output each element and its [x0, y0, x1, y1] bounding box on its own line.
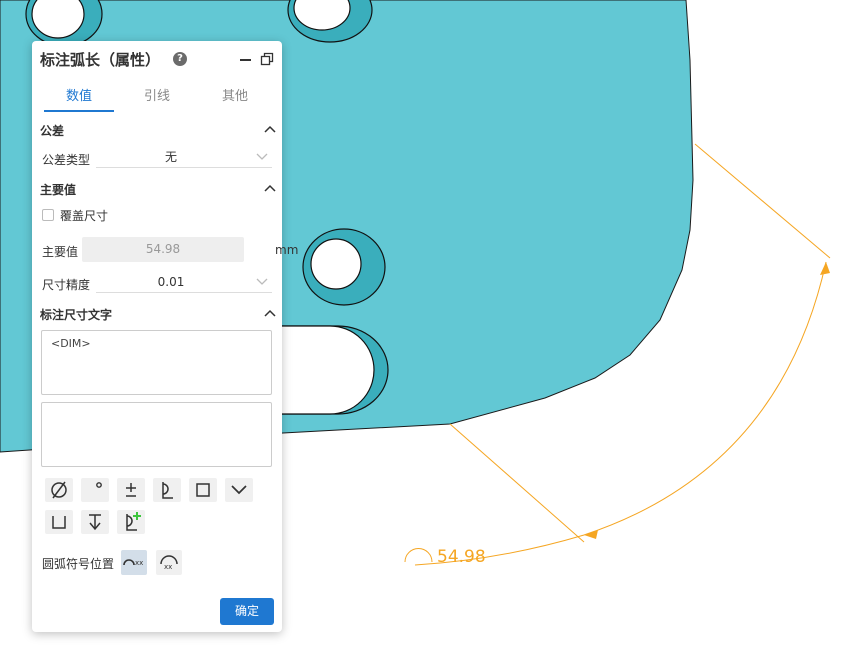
- precision-value: 0.01: [157, 275, 185, 289]
- arc-symbol-before-button[interactable]: xx: [121, 550, 147, 575]
- tab-other[interactable]: 其他: [200, 87, 270, 107]
- depth-icon: [89, 514, 101, 531]
- hole-middle[interactable]: [302, 228, 386, 306]
- chevron-down-icon: [231, 485, 247, 495]
- diameter-icon: [51, 481, 67, 499]
- arc-symbol-above-icon: xx: [160, 555, 178, 571]
- arc-symbol-position-label: 圆弧符号位置: [42, 557, 115, 571]
- collapse-dim-text-icon[interactable]: [264, 309, 276, 317]
- tab-leader[interactable]: 引线: [122, 87, 192, 107]
- collapse-main-value-icon[interactable]: [264, 184, 276, 192]
- unit-label: mm: [275, 243, 299, 257]
- tolerance-type-value: 无: [164, 150, 177, 164]
- arc-length-properties-panel: 标注弧长（属性） ? 数值 引线 其他 公差 公差类型 无 主要值 覆盖尺寸 主…: [32, 41, 298, 632]
- degree-symbol-button[interactable]: [81, 478, 109, 502]
- slot-hole[interactable]: [279, 325, 389, 415]
- panel-title: 标注弧长（属性）: [40, 51, 161, 69]
- depth-symbol-button[interactable]: [81, 510, 109, 534]
- dim-text-area-secondary[interactable]: [41, 402, 272, 467]
- minimize-icon[interactable]: [240, 59, 251, 61]
- tolerance-section-title: 公差: [40, 124, 65, 138]
- main-value-input[interactable]: 54.98: [82, 237, 244, 262]
- precision-select[interactable]: 0.01: [96, 272, 272, 293]
- tolerance-type-select[interactable]: 无: [96, 147, 272, 168]
- add-symbol-button[interactable]: [117, 510, 145, 534]
- dimension-value-text[interactable]: 54.98: [437, 547, 486, 567]
- add-centerline-icon: [126, 512, 141, 531]
- counterbore-icon: [52, 516, 66, 529]
- tab-values[interactable]: 数值: [44, 87, 114, 107]
- plus-minus-icon: [126, 483, 136, 497]
- svg-text:xx: xx: [135, 559, 143, 567]
- active-tab-indicator: [44, 110, 114, 112]
- counterbore-symbol-button[interactable]: [45, 510, 73, 534]
- diameter-symbol-button[interactable]: [45, 478, 73, 502]
- tab-bar: 数值 引线 其他: [32, 87, 282, 113]
- square-symbol-button[interactable]: [189, 478, 217, 502]
- help-icon[interactable]: ?: [173, 52, 187, 66]
- override-dimension-label: 覆盖尺寸: [60, 209, 109, 223]
- plus-minus-symbol-button[interactable]: [117, 478, 145, 502]
- square-icon: [196, 483, 210, 497]
- dim-text-section-title: 标注尺寸文字: [40, 308, 113, 322]
- tolerance-type-label: 公差类型: [42, 153, 91, 167]
- dim-text-area[interactable]: <DIM>: [41, 330, 272, 395]
- countersink-symbol-button[interactable]: [225, 478, 253, 502]
- chevron-down-icon: [256, 153, 268, 160]
- main-value-section-title: 主要值: [40, 183, 77, 197]
- arc-length-symbol-icon: [404, 548, 433, 563]
- arc-symbol-before-icon: xx: [123, 559, 143, 567]
- arc-symbol-above-button[interactable]: xx: [156, 550, 182, 575]
- main-value-label: 主要值: [42, 245, 79, 259]
- degree-icon: [96, 482, 102, 488]
- collapse-tolerance-icon[interactable]: [264, 125, 276, 133]
- centerline-symbol-button[interactable]: [153, 478, 181, 502]
- chevron-down-icon: [256, 278, 268, 285]
- svg-text:xx: xx: [164, 563, 172, 571]
- centerline-icon: [162, 482, 173, 499]
- confirm-button[interactable]: 确定: [220, 598, 274, 625]
- restore-icon[interactable]: [260, 52, 274, 66]
- override-dimension-checkbox[interactable]: [42, 209, 54, 221]
- precision-label: 尺寸精度: [42, 278, 91, 292]
